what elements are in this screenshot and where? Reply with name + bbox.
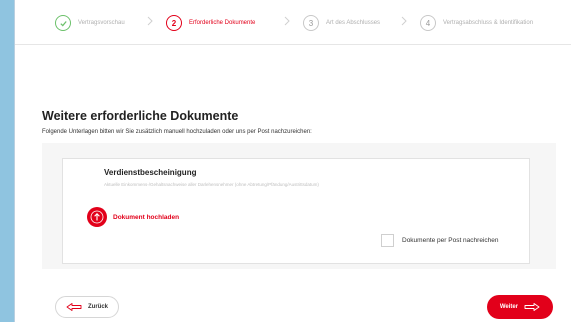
upload-document-button[interactable]: Dokument hochladen <box>87 207 179 227</box>
post-label: Dokumente per Post nachreichen <box>402 237 499 244</box>
progress-stepper: Vertragsvorschau 2 Erforderliche Dokumen… <box>15 0 571 45</box>
step-2[interactable]: 2 Erforderliche Dokumente <box>166 13 255 33</box>
section-title: Weitere erforderliche Dokumente <box>42 109 239 123</box>
step-3-number: 3 <box>303 15 319 31</box>
document-description: Aktuelle Einkommens-/Gehaltsnachweise al… <box>104 182 319 187</box>
arrow-left-icon <box>66 303 82 311</box>
chevron-right-icon <box>284 16 290 26</box>
post-checkbox[interactable] <box>381 234 394 247</box>
chevron-right-icon <box>401 16 407 26</box>
upload-icon <box>87 207 107 227</box>
next-button[interactable]: Weiter <box>487 295 553 319</box>
next-label: Weiter <box>499 304 519 310</box>
back-label: Zurück <box>87 304 108 310</box>
arrow-right-icon <box>524 303 540 311</box>
upload-label: Dokument hochladen <box>113 213 180 221</box>
step-1[interactable]: Vertragsvorschau <box>55 13 125 33</box>
back-button[interactable]: Zurück <box>55 296 119 318</box>
step-2-label: Erforderliche Dokumente <box>189 20 256 26</box>
step-4-number: 4 <box>420 15 436 31</box>
checkmark-icon <box>55 15 71 31</box>
chevron-right-icon <box>147 16 153 26</box>
step-1-label: Vertragsvorschau <box>78 20 125 26</box>
post-option[interactable]: Dokumente per Post nachreichen <box>381 234 498 247</box>
document-title: Verdienstbescheinigung <box>104 168 197 177</box>
section-subtitle: Folgende Unterlagen bitten wir Sie zusät… <box>42 129 312 135</box>
step-3-label: Art des Abschlusses <box>326 20 381 26</box>
step-4[interactable]: 4 Vertragsabschluss & Identifikation <box>420 13 533 33</box>
step-3[interactable]: 3 Art des Abschlusses <box>303 13 380 33</box>
step-2-number: 2 <box>166 15 182 31</box>
step-4-label: Vertragsabschluss & Identifikation <box>443 20 534 26</box>
